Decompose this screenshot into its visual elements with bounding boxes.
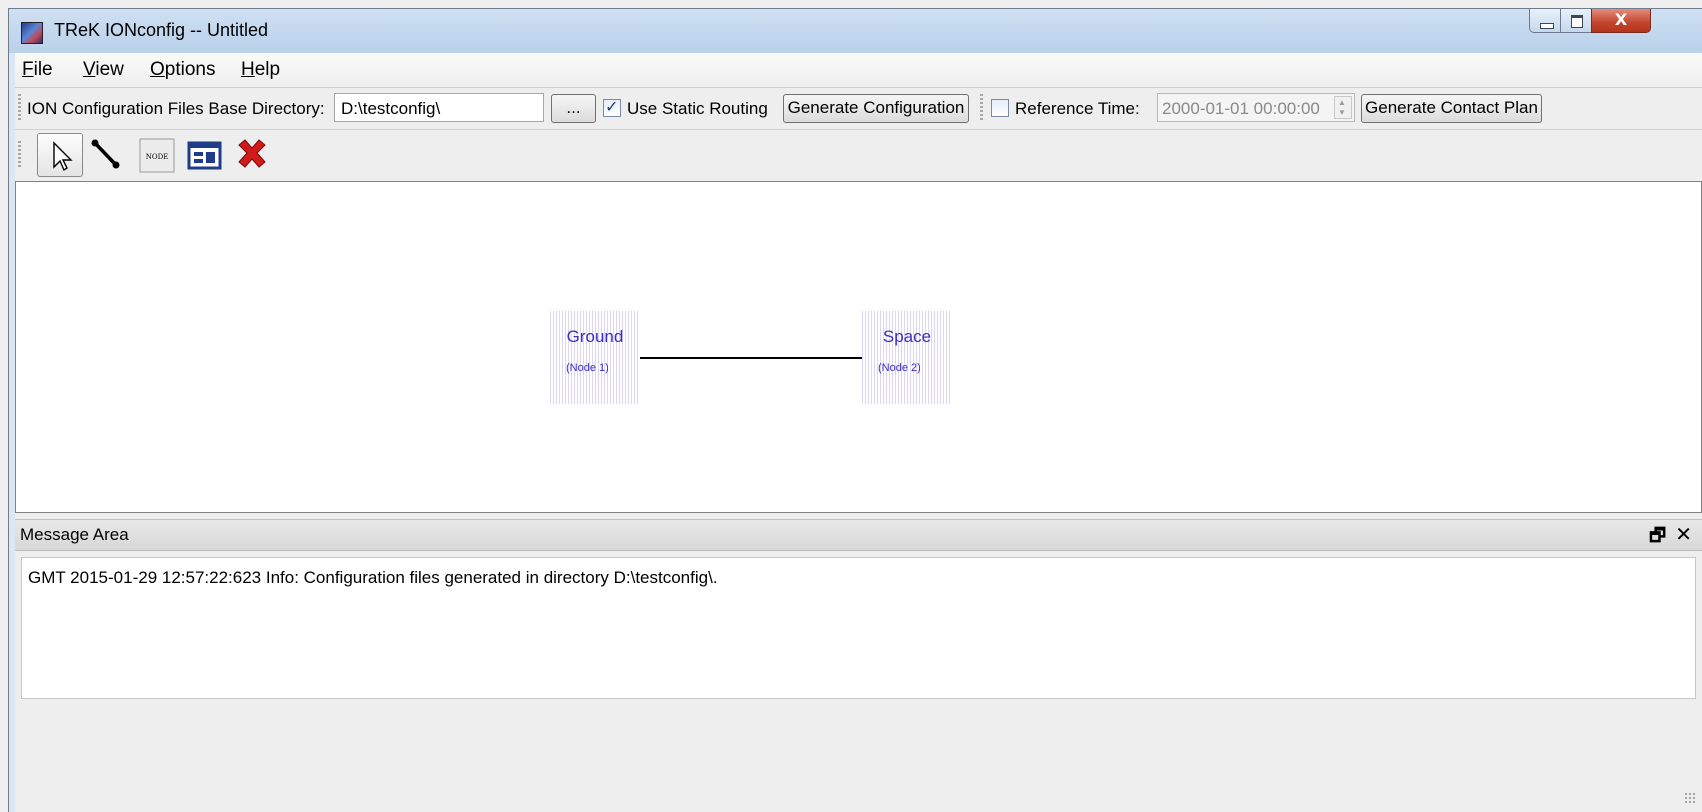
menu-file-label: ile xyxy=(33,59,53,80)
menu-options-label: ptions xyxy=(164,59,216,80)
toolbar-grip[interactable] xyxy=(980,94,983,122)
menu-options-mnemonic: O xyxy=(150,59,165,80)
menu-file-mnemonic: F xyxy=(22,59,34,80)
tool-toolbar: NODE xyxy=(15,129,1702,182)
spin-down-icon: ▼ xyxy=(1338,108,1346,117)
node-id: (Node 1) xyxy=(566,362,609,374)
resize-grip-icon[interactable] xyxy=(1684,792,1696,804)
menu-help-label: elp xyxy=(254,59,281,80)
reference-time-value: 2000-01-01 00:00:00 xyxy=(1162,99,1320,118)
node-tool-icon: NODE xyxy=(139,138,175,173)
title-bar[interactable]: TReK IONconfig -- Untitled X xyxy=(9,9,1702,53)
node-name: Space xyxy=(882,327,932,346)
delete-tool-button[interactable] xyxy=(229,133,275,177)
node-space[interactable]: Space (Node 2) xyxy=(862,311,952,404)
static-routing-checkbox[interactable]: ✓ xyxy=(603,97,621,117)
node-ground[interactable]: Ground (Node 1) xyxy=(550,311,640,404)
menu-bar: File View Options Help xyxy=(15,53,1702,87)
maximize-icon xyxy=(1571,15,1583,28)
network-canvas[interactable]: Ground (Node 1) Space (Node 2) xyxy=(15,181,1702,513)
client-area: File View Options Help ION Configuration… xyxy=(15,53,1702,812)
minimize-button[interactable] xyxy=(1529,9,1561,33)
message-line: GMT 2015-01-29 12:57:22:623 Info: Config… xyxy=(28,568,718,587)
link-tool-button[interactable] xyxy=(85,133,131,177)
float-panel-icon[interactable]: 🗗 xyxy=(1649,523,1666,553)
minimize-icon xyxy=(1540,23,1554,29)
message-area-header: Message Area 🗗 ✕ xyxy=(15,519,1702,551)
properties-tool-button[interactable] xyxy=(181,133,227,177)
base-dir-label: ION Configuration Files Base Directory: xyxy=(27,99,325,118)
spin-up-icon: ▲ xyxy=(1338,98,1346,107)
menu-options[interactable]: Options xyxy=(150,59,215,81)
maximize-button[interactable] xyxy=(1560,9,1592,33)
select-tool-button[interactable] xyxy=(37,133,83,177)
message-log[interactable]: GMT 2015-01-29 12:57:22:623 Info: Config… xyxy=(21,557,1696,699)
reference-time-checkbox[interactable] xyxy=(991,99,1009,117)
app-icon xyxy=(21,22,43,44)
browse-button[interactable]: ... xyxy=(551,94,596,123)
window-title: TReK IONconfig -- Untitled xyxy=(54,20,269,40)
delete-icon xyxy=(238,139,266,168)
spinner-arrows[interactable]: ▲ ▼ xyxy=(1334,96,1352,119)
toolbar-grip[interactable] xyxy=(18,94,21,122)
node-name: Ground xyxy=(566,327,624,346)
menu-help-mnemonic: H xyxy=(241,59,255,80)
toolbar-grip[interactable] xyxy=(18,141,21,169)
menu-view-label: iew xyxy=(95,59,124,80)
close-icon: X xyxy=(1614,10,1628,29)
menu-view-mnemonic: V xyxy=(83,59,96,80)
message-area-title: Message Area xyxy=(20,525,129,544)
node-tool-button[interactable]: NODE xyxy=(133,133,179,177)
properties-icon xyxy=(187,141,222,170)
link-ground-space[interactable] xyxy=(640,357,862,359)
generate-contact-plan-button[interactable]: Generate Contact Plan xyxy=(1361,94,1542,123)
generate-configuration-button[interactable]: Generate Configuration xyxy=(783,94,969,123)
config-toolbar: ION Configuration Files Base Directory: … xyxy=(15,87,1702,130)
checkmark-icon: ✓ xyxy=(605,97,619,116)
status-bar xyxy=(15,701,1702,812)
select-pointer-icon xyxy=(53,141,73,172)
reference-time-spinner[interactable]: 2000-01-01 00:00:00 ▲ ▼ xyxy=(1157,93,1355,122)
static-routing-label: Use Static Routing xyxy=(627,99,768,118)
reference-time-label: Reference Time: xyxy=(1015,99,1140,118)
node-id: (Node 2) xyxy=(878,362,921,374)
close-button[interactable]: X xyxy=(1591,9,1651,33)
close-panel-icon[interactable]: ✕ xyxy=(1675,522,1692,546)
menu-file[interactable]: File xyxy=(22,59,53,81)
app-window: TReK IONconfig -- Untitled X File View O… xyxy=(8,8,1702,812)
menu-view[interactable]: View xyxy=(83,59,124,81)
node-tool-icon-label: NODE xyxy=(146,153,169,161)
menu-help[interactable]: Help xyxy=(241,59,280,81)
link-tool-icon xyxy=(91,139,120,169)
base-dir-input[interactable]: D:\testconfig\ xyxy=(334,93,544,122)
